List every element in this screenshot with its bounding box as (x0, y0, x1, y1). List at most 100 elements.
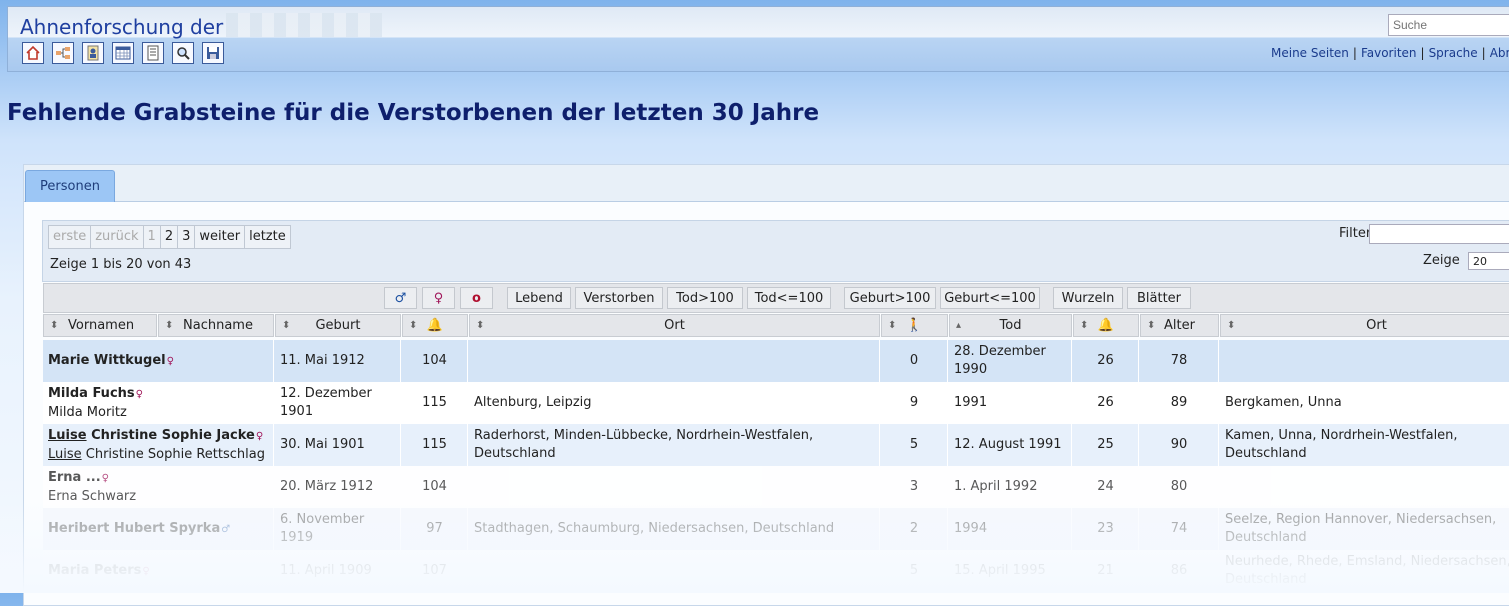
filter-input[interactable] (1369, 224, 1509, 244)
col-alter[interactable]: ⬍ Alter (1140, 314, 1219, 337)
death-place-cell: Bergkamen, Unna (1220, 382, 1509, 424)
death-date-cell: 12. August 1991 (949, 424, 1072, 466)
birth-date: 30. Mai 1901 (280, 437, 365, 452)
page-title: Fehlende Grabsteine für die Verstorbenen… (7, 100, 820, 126)
birth-name: Christine Sophie Rettschlag (81, 446, 265, 462)
tab-personen[interactable]: Personen (25, 170, 115, 202)
home-icon[interactable] (22, 42, 44, 64)
table-row[interactable]: Luise Christine Sophie Jacke♀ Luise Chris… (43, 424, 1509, 466)
birth-date: 12. Dezember 1901 (280, 386, 372, 419)
sex-icon: ♀ (166, 355, 174, 367)
pager-box: erste zurück 1 2 3 weiter letzte Zeige 1… (42, 220, 1509, 282)
col-nachname[interactable]: ⬍ Nachname (158, 314, 274, 337)
children-cell: 9 (881, 382, 948, 424)
years-since-death: 26 (1097, 395, 1114, 410)
pager-info: Zeige 1 bis 20 von 43 (50, 257, 192, 272)
pager-prev[interactable]: zurück (90, 225, 144, 249)
col-alter-geburt[interactable]: ⬍ 🔔 (402, 314, 468, 337)
pedigree-icon[interactable] (52, 42, 74, 64)
filter-unknown-button[interactable]: o (460, 287, 493, 309)
show-label: Zeige (1423, 253, 1460, 268)
filter-bar: ♂ ♀ o Lebend Verstorben Tod>100 Tod<=100… (43, 283, 1509, 313)
toolbar (22, 42, 224, 64)
table-row[interactable]: Marie Wittkugel♀ 11. Mai 1912 104 0 28. Deze… (43, 340, 1509, 382)
filter-tod-le100-button[interactable]: Tod<=100 (747, 287, 831, 309)
age-birth-cell: 104 (402, 340, 468, 382)
filter-male-button[interactable]: ♂ (384, 287, 417, 309)
birth-place-cell: Raderhorst, Minden-Lübbecke, Nordrhein-W… (469, 424, 880, 466)
col-geburt[interactable]: ⬍ Geburt (275, 314, 401, 337)
top-links: Meine Seiten|Favoriten|Sprache|Abm (1271, 46, 1509, 60)
calendar-icon[interactable] (112, 42, 134, 64)
pager-page-2[interactable]: 2 (159, 225, 179, 249)
pager-first[interactable]: erste (48, 225, 92, 249)
filter-lebend-button[interactable]: Lebend (507, 287, 571, 309)
site-title[interactable]: Ahnenforschung der (20, 15, 223, 39)
filter-geburt-le100-button[interactable]: Geburt<=100 (940, 287, 1040, 309)
pager: erste zurück 1 2 3 weiter letzte (48, 225, 291, 249)
filter-blaetter-button[interactable]: Blätter (1127, 287, 1191, 309)
document-icon[interactable] (142, 42, 164, 64)
name-cell: Milda Fuchs♀ Milda Moritz (43, 382, 274, 424)
link-abmelden[interactable]: Abm (1490, 46, 1509, 60)
birth-date-cell: 11. Mai 1912 (275, 340, 401, 382)
col-tod[interactable]: ▴ Tod (949, 314, 1072, 337)
pager-page-3[interactable]: 3 (177, 225, 196, 249)
col-kinder[interactable]: ⬍ 🚶 (881, 314, 948, 337)
age-cell: 89 (1140, 382, 1219, 424)
person-name[interactable]: Christine Sophie Jacke (87, 428, 255, 443)
person-icon[interactable] (82, 42, 104, 64)
age-cell: 90 (1140, 424, 1219, 466)
bottom-fade (0, 500, 1509, 593)
filter-label: Filter (1339, 226, 1372, 241)
person-name[interactable]: Milda Fuchs (48, 386, 135, 401)
years-since-birth: 115 (422, 395, 447, 410)
filter-tod-gt100-button[interactable]: Tod>100 (667, 287, 743, 309)
years-since-death: 25 (1097, 437, 1114, 452)
death-place: Kamen, Unna, Nordrhein-Westfalen, Deutsc… (1225, 428, 1458, 461)
given-name-link[interactable]: Luise (48, 447, 82, 462)
save-icon[interactable] (202, 42, 224, 64)
pager-page-1[interactable]: 1 (142, 225, 161, 249)
col-ort-geburt[interactable]: ⬍ Ort (469, 314, 880, 337)
col-alter-tod[interactable]: ⬍ 🔔 (1073, 314, 1139, 337)
link-sprache[interactable]: Sprache (1429, 46, 1478, 60)
death-date: 1991 (954, 395, 988, 410)
birth-date: 20. März 1912 (280, 479, 374, 494)
children-count: 0 (909, 353, 919, 368)
filter-female-button[interactable]: ♀ (422, 287, 455, 309)
sex-icon: ♀ (135, 388, 143, 400)
filter-wurzeln-button[interactable]: Wurzeln (1053, 287, 1123, 309)
children-cell: 0 (881, 340, 948, 382)
birth-place-cell (469, 340, 880, 382)
years-since-birth: 115 (422, 437, 447, 452)
children-cell: 5 (881, 424, 948, 466)
death-date-cell: 28. Dezember 1990 (949, 340, 1072, 382)
col-ort-tod[interactable]: ⬍ Ort (1220, 314, 1509, 337)
site-header: Ahnenforschung der Meine Seiten|Favorite… (7, 6, 1509, 72)
age-at-death: 80 (1170, 479, 1188, 494)
filter-geburt-gt100-button[interactable]: Geburt>100 (844, 287, 936, 309)
person-name[interactable]: Marie Wittkugel (48, 353, 166, 368)
table-header: ⬍ Vornamen ⬍ Nachname ⬍ Geburt ⬍ 🔔 ⬍ Ort ⬍ 🚶 ▴… (43, 314, 1509, 337)
pager-next[interactable]: weiter (194, 225, 246, 249)
years-since-death: 24 (1097, 479, 1114, 494)
walking-icon: 🚶 (906, 318, 923, 333)
page-size-select[interactable]: 20 (1468, 252, 1509, 270)
redacted-name (226, 13, 382, 37)
search-icon[interactable] (172, 42, 194, 64)
death-date-cell: 1991 (949, 382, 1072, 424)
table-row[interactable]: Milda Fuchs♀ Milda Moritz 12. Dezember 190… (43, 382, 1509, 424)
person-name[interactable]: Erna ... (48, 470, 101, 485)
col-vornamen[interactable]: ⬍ Vornamen (43, 314, 157, 337)
age-death-cell: 25 (1073, 424, 1139, 466)
pager-last[interactable]: letzte (244, 225, 291, 249)
filter-verstorben-button[interactable]: Verstorben (575, 287, 663, 309)
age-death-cell: 26 (1073, 340, 1139, 382)
birth-place-cell: Altenburg, Leipzig (469, 382, 880, 424)
search-input[interactable] (1388, 14, 1509, 36)
given-name-link[interactable]: Luise (48, 428, 87, 443)
link-meine-seiten[interactable]: Meine Seiten (1271, 46, 1349, 60)
link-favoriten[interactable]: Favoriten (1361, 46, 1417, 60)
death-date: 12. August 1991 (954, 437, 1062, 452)
